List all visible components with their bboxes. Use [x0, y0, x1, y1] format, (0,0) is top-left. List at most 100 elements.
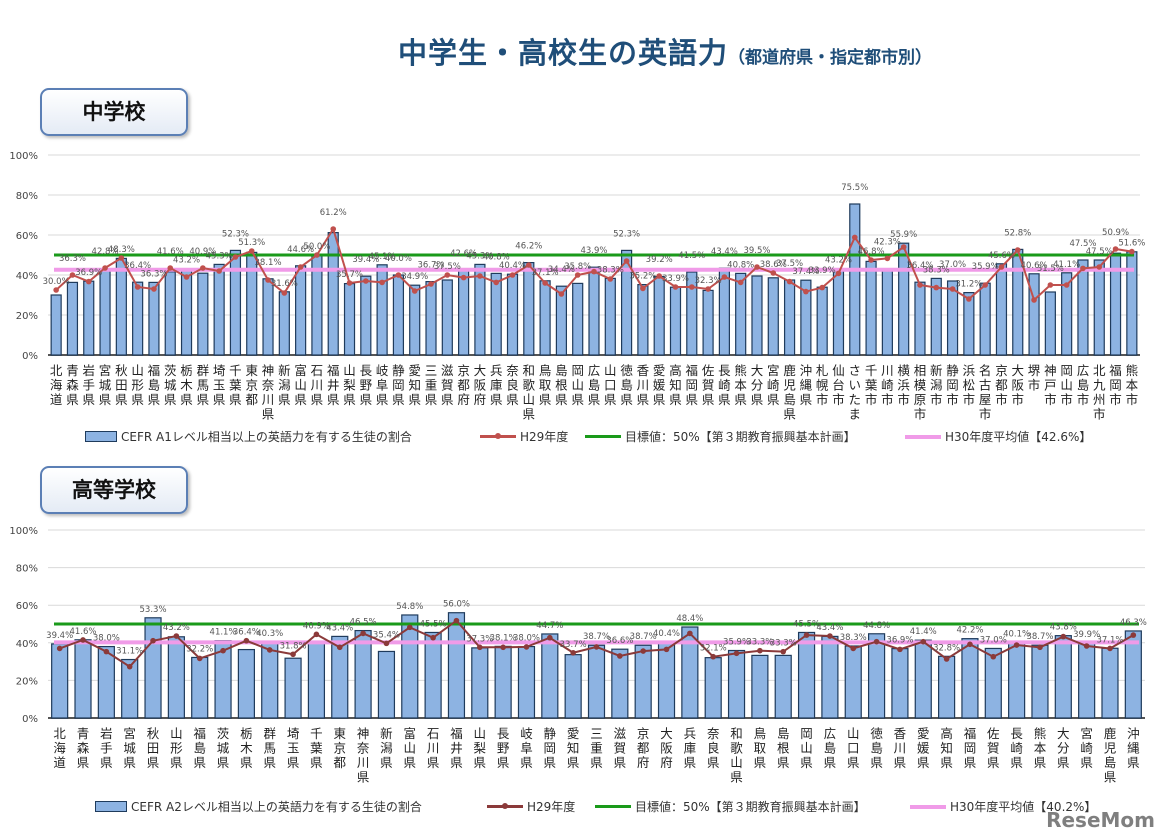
h29-point: [126, 663, 133, 670]
h29-point: [710, 653, 717, 660]
category-label: 兵庫県: [490, 363, 503, 407]
h29-point: [134, 284, 141, 290]
bar: [506, 273, 519, 356]
y-tick-label: 80%: [16, 191, 38, 202]
bar: [197, 272, 209, 356]
y-tick-label: 60%: [16, 231, 38, 242]
h29-point: [173, 633, 180, 639]
data-label: 44.8%: [863, 621, 890, 631]
category-label: 札幌市: [816, 363, 829, 407]
data-label: 38.7%: [1026, 632, 1053, 642]
legend-target: 目標値：50%【第３期教育振興基本計画】: [585, 428, 856, 445]
category-label: 京都府: [637, 726, 650, 770]
h29-point: [411, 288, 418, 294]
h29-point: [1129, 248, 1135, 255]
category-label: 浜松市: [963, 363, 976, 407]
category-label: さいたま: [849, 363, 862, 422]
data-label: 38.0%: [513, 634, 540, 644]
line-swatch: [480, 433, 516, 439]
category-label: 兵庫県: [684, 726, 697, 770]
data-label: 32.8%: [933, 643, 960, 653]
category-label: 栃木県: [180, 363, 193, 407]
category-label: 北海道: [50, 363, 63, 407]
h29-point: [460, 274, 467, 281]
bar: [425, 281, 437, 356]
category-label: 徳島県: [620, 363, 633, 407]
data-label: 46.3%: [1120, 618, 1147, 628]
category-label: 熊本県: [1034, 726, 1047, 770]
category-label: 高知県: [669, 363, 682, 407]
category-label: 大阪府: [474, 363, 487, 407]
legend-label: H29年度: [520, 430, 569, 444]
data-label: 45.5%: [420, 619, 447, 629]
data-label: 48.4%: [676, 614, 703, 624]
data-label: 31.8%: [280, 641, 307, 651]
h29-point: [542, 280, 548, 286]
data-label: 75.5%: [841, 183, 868, 193]
bar: [1008, 642, 1026, 719]
data-label: 52.8%: [1004, 228, 1031, 238]
bar: [783, 279, 796, 356]
category-label: 茨城県: [217, 726, 230, 770]
category-label: 長崎県: [718, 363, 731, 407]
line-swatch: [910, 804, 946, 809]
h29-point: [897, 646, 903, 653]
category-label: 東京都: [245, 363, 258, 407]
category-label: 千葉県: [229, 363, 242, 407]
bar: [914, 281, 926, 356]
h29-point: [1083, 643, 1090, 649]
category-label: 広島県: [588, 363, 601, 407]
category-label: 長野県: [360, 363, 373, 407]
h29-point: [733, 650, 740, 657]
category-label: 宮城県: [99, 363, 112, 407]
h29-point: [167, 265, 174, 271]
bar: [938, 655, 956, 719]
bar: [657, 641, 676, 719]
h29-point: [477, 273, 483, 279]
data-label: 41.4%: [910, 627, 937, 637]
data-label: 40.4%: [653, 629, 680, 639]
category-label: 広島市: [1077, 363, 1090, 407]
h29-point: [360, 630, 366, 637]
bar: [881, 269, 893, 356]
bar: [751, 275, 763, 356]
bar: [132, 281, 144, 356]
category-label: 石川県: [311, 363, 324, 407]
bar-swatch: [95, 801, 127, 812]
h29-point: [1047, 282, 1054, 288]
legend-label: 目標値：50%【第３期教育振興基本計画】: [625, 430, 856, 444]
y-tick-label: 80%: [16, 564, 38, 575]
resemom-watermark: ReseMom: [1046, 808, 1155, 832]
y-tick-label: 100%: [9, 151, 38, 162]
bar: [1078, 642, 1096, 719]
category-label: 滋賀県: [441, 363, 454, 407]
h29-point: [933, 284, 940, 291]
category-label: 堺市: [1028, 363, 1041, 393]
chart-0: 0%20%40%60%80%100%30.0%36.3%36.9%42.8%48…: [9, 151, 1145, 422]
h29-point: [623, 258, 630, 264]
data-label: 36.9%: [75, 268, 102, 278]
bar: [821, 635, 839, 719]
bar: [262, 278, 274, 356]
h29-point: [1037, 644, 1043, 651]
data-label: 46.2%: [515, 242, 542, 252]
bar: [979, 282, 991, 356]
category-label: 新潟県: [380, 726, 393, 770]
category-label: 奈良県: [506, 363, 519, 407]
legend-label: H29年度: [527, 800, 576, 814]
data-label: 36.3%: [59, 254, 86, 264]
bar: [653, 276, 665, 356]
h29-point: [990, 653, 997, 660]
bar: [816, 286, 828, 356]
category-label: 山形県: [131, 363, 144, 407]
data-label: 43.4%: [816, 623, 843, 633]
h29-point: [1031, 297, 1037, 303]
h29-point: [873, 638, 880, 645]
h29-point: [705, 286, 711, 292]
category-label: 埼玉県: [287, 726, 300, 770]
category-label: 長野県: [497, 726, 510, 770]
data-label: 48.3%: [108, 245, 135, 255]
legend-h29: H29年度: [487, 798, 575, 815]
category-label: 岡山県: [571, 363, 584, 407]
h29-point: [943, 656, 950, 662]
